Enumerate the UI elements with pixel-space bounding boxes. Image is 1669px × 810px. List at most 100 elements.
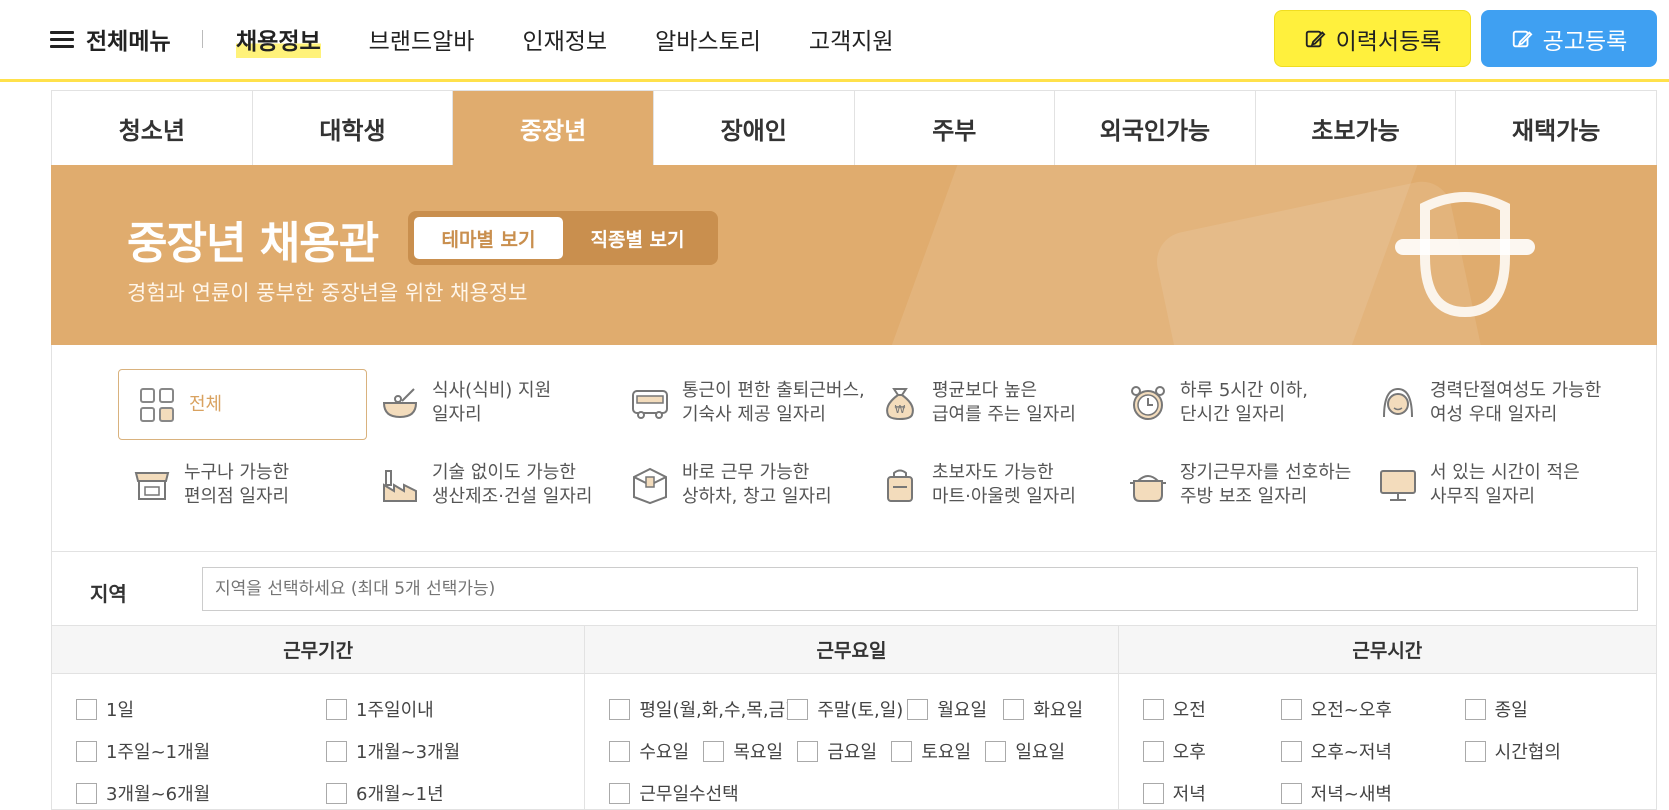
- checkbox-period[interactable]: 1주일~1개월: [76, 738, 210, 764]
- checkbox[interactable]: [703, 740, 725, 762]
- category-short-hours[interactable]: 하루 5시간 이하, 단시간 일자리: [1128, 379, 1308, 427]
- checkbox[interactable]: [1280, 698, 1302, 720]
- view-toggle: 테마별 보기 직종별 보기: [408, 211, 718, 265]
- toggle-theme-view[interactable]: 테마별 보기: [414, 217, 563, 259]
- checkbox-day[interactable]: 평일(월,화,수,목,금): [609, 696, 792, 722]
- checkbox-hours[interactable]: 저녁~새벽: [1280, 780, 1392, 806]
- checkbox[interactable]: [891, 740, 913, 762]
- tab-teen[interactable]: 청소년: [52, 91, 253, 165]
- checkbox[interactable]: [76, 740, 97, 762]
- checkbox-period[interactable]: 6개월~1년: [326, 780, 444, 806]
- checkbox-hours[interactable]: 종일: [1464, 696, 1528, 722]
- category-all[interactable]: 전체: [118, 369, 367, 440]
- category-label: 기술 없이도 가능한 생산제조·건설 일자리: [432, 462, 593, 507]
- tab-beginner[interactable]: 초보가능: [1256, 91, 1457, 165]
- svg-text:₩: ₩: [895, 403, 906, 416]
- toggle-job-view[interactable]: 직종별 보기: [563, 217, 712, 259]
- checkbox[interactable]: [326, 740, 347, 762]
- nav-jobs[interactable]: 채용정보: [236, 20, 321, 58]
- checkbox[interactable]: [907, 698, 929, 720]
- category-kitchen-helper[interactable]: 장기근무자를 선호하는 주방 보조 일자리: [1128, 461, 1351, 509]
- checkbox[interactable]: [609, 698, 631, 720]
- checkbox[interactable]: [797, 740, 819, 762]
- box-icon: [633, 467, 667, 505]
- checkbox-hours[interactable]: 오후~저녁: [1280, 738, 1392, 764]
- category-label: 바로 근무 가능한 상하차, 창고 일자리: [682, 462, 832, 507]
- tab-homemaker[interactable]: 주부: [855, 91, 1056, 165]
- checkbox-period[interactable]: 1일: [76, 696, 134, 722]
- checkbox-hours[interactable]: 저녁: [1142, 780, 1206, 806]
- checkbox-hours[interactable]: 오후: [1142, 738, 1206, 764]
- days-filter: 근무요일 평일(월,화,수,목,금) 주말(토,일) 월요일 화요일 수요일 목…: [585, 626, 1119, 809]
- checkbox[interactable]: [1142, 740, 1164, 762]
- nav-brand-alba[interactable]: 브랜드알바: [369, 20, 475, 58]
- category-label: 초보자도 가능한 마트·아울렛 일자리: [932, 462, 1076, 507]
- checkbox-day[interactable]: 주말(토,일): [787, 696, 903, 722]
- checkbox[interactable]: [76, 698, 97, 720]
- region-input[interactable]: [202, 567, 1638, 611]
- checkbox-day[interactable]: 목요일: [703, 738, 783, 764]
- category-commute-bus[interactable]: 통근이 편한 출퇴근버스, 기숙사 제공 일자리: [630, 379, 865, 427]
- checkbox-period[interactable]: 3개월~6개월: [76, 780, 210, 806]
- checkbox-day[interactable]: 월요일: [907, 696, 987, 722]
- woman-icon: [1383, 387, 1413, 418]
- checkbox-day[interactable]: 화요일: [1003, 696, 1083, 722]
- resume-register-button[interactable]: 이력서등록: [1274, 10, 1471, 67]
- category-convenience-store[interactable]: 누구나 가능한 편의점 일자리: [132, 461, 289, 509]
- category-women-preferred[interactable]: 경력단절여성도 가능한 여성 우대 일자리: [1378, 379, 1601, 427]
- checkbox[interactable]: [76, 782, 97, 804]
- job-post-button[interactable]: 공고등록: [1481, 10, 1657, 67]
- checkbox-day[interactable]: 토요일: [891, 738, 971, 764]
- category-high-pay[interactable]: ₩ 평균보다 높은 급여를 주는 일자리: [880, 379, 1076, 427]
- edit-icon: [1305, 30, 1326, 47]
- nav-alba-story[interactable]: 알바스토리: [655, 20, 761, 58]
- checkbox[interactable]: [1142, 698, 1164, 720]
- money-bag-icon: ₩: [886, 388, 914, 421]
- checkbox-hours[interactable]: 오전~오후: [1280, 696, 1392, 722]
- all-menu-label: 전체메뉴: [86, 29, 171, 55]
- hero-banner: 중장년 채용관 경험과 연륜이 풍부한 중장년을 위한 채용정보 테마별 보기 …: [51, 165, 1657, 345]
- tab-college[interactable]: 대학생: [253, 91, 454, 165]
- tab-middle-aged[interactable]: 중장년: [453, 91, 654, 165]
- checkbox[interactable]: [609, 740, 631, 762]
- checkbox[interactable]: [326, 698, 347, 720]
- checkbox[interactable]: [1003, 698, 1025, 720]
- checkbox[interactable]: [326, 782, 347, 804]
- checkbox-period[interactable]: 1주일이내: [326, 696, 434, 722]
- checkbox-hours[interactable]: 오전: [1142, 696, 1206, 722]
- checkbox-day[interactable]: 근무일수선택: [609, 780, 739, 806]
- all-menu-button[interactable]: 전체메뉴: [50, 22, 171, 56]
- tab-foreigner[interactable]: 외국인가능: [1055, 91, 1256, 165]
- checkbox[interactable]: [609, 782, 631, 804]
- region-label: 지역: [90, 582, 127, 606]
- checkbox[interactable]: [1464, 698, 1486, 720]
- tab-disabled[interactable]: 장애인: [654, 91, 855, 165]
- checkbox-hours[interactable]: 시간협의: [1464, 738, 1561, 764]
- category-label: 누구나 가능한 편의점 일자리: [184, 462, 290, 507]
- checkbox[interactable]: [985, 740, 1007, 762]
- checkbox-day[interactable]: 일요일: [985, 738, 1065, 764]
- store-icon: [134, 472, 170, 500]
- checkbox[interactable]: [1280, 740, 1302, 762]
- category-mart-outlet[interactable]: 초보자도 가능한 마트·아울렛 일자리: [880, 461, 1076, 509]
- checkbox-period[interactable]: 1개월~3개월: [326, 738, 460, 764]
- hamburger-icon: [50, 29, 74, 49]
- checkbox-day[interactable]: 수요일: [609, 738, 689, 764]
- category-office[interactable]: 서 있는 시간이 적은 사무직 일자리: [1378, 461, 1580, 509]
- factory-icon: [383, 470, 417, 502]
- category-manufacturing[interactable]: 기술 없이도 가능한 생산제조·건설 일자리: [380, 461, 592, 509]
- nav-support[interactable]: 고객지원: [809, 20, 894, 58]
- pot-icon: [1130, 475, 1166, 502]
- checkbox[interactable]: [1464, 740, 1486, 762]
- category-meal-support[interactable]: 식사(식비) 지원 일자리: [380, 379, 551, 427]
- checkbox[interactable]: [787, 698, 809, 720]
- checkbox-day[interactable]: 금요일: [797, 738, 877, 764]
- work-condition-filters: 근무기간 1일 1주일이내 1주일~1개월 1개월~3개월 3개월~6개월 6개…: [51, 626, 1657, 810]
- checkbox[interactable]: [1280, 782, 1302, 804]
- nav-talent[interactable]: 인재정보: [522, 20, 607, 58]
- hat-icon: [1395, 192, 1535, 318]
- category-warehouse[interactable]: 바로 근무 가능한 상하차, 창고 일자리: [630, 461, 832, 509]
- checkbox[interactable]: [1142, 782, 1164, 804]
- theme-category-grid: 전체 식사(식비) 지원 일자리 통근이 편한 출퇴근버스, 기숙사 제공 일자…: [51, 345, 1657, 552]
- tab-remote[interactable]: 재택가능: [1456, 91, 1656, 165]
